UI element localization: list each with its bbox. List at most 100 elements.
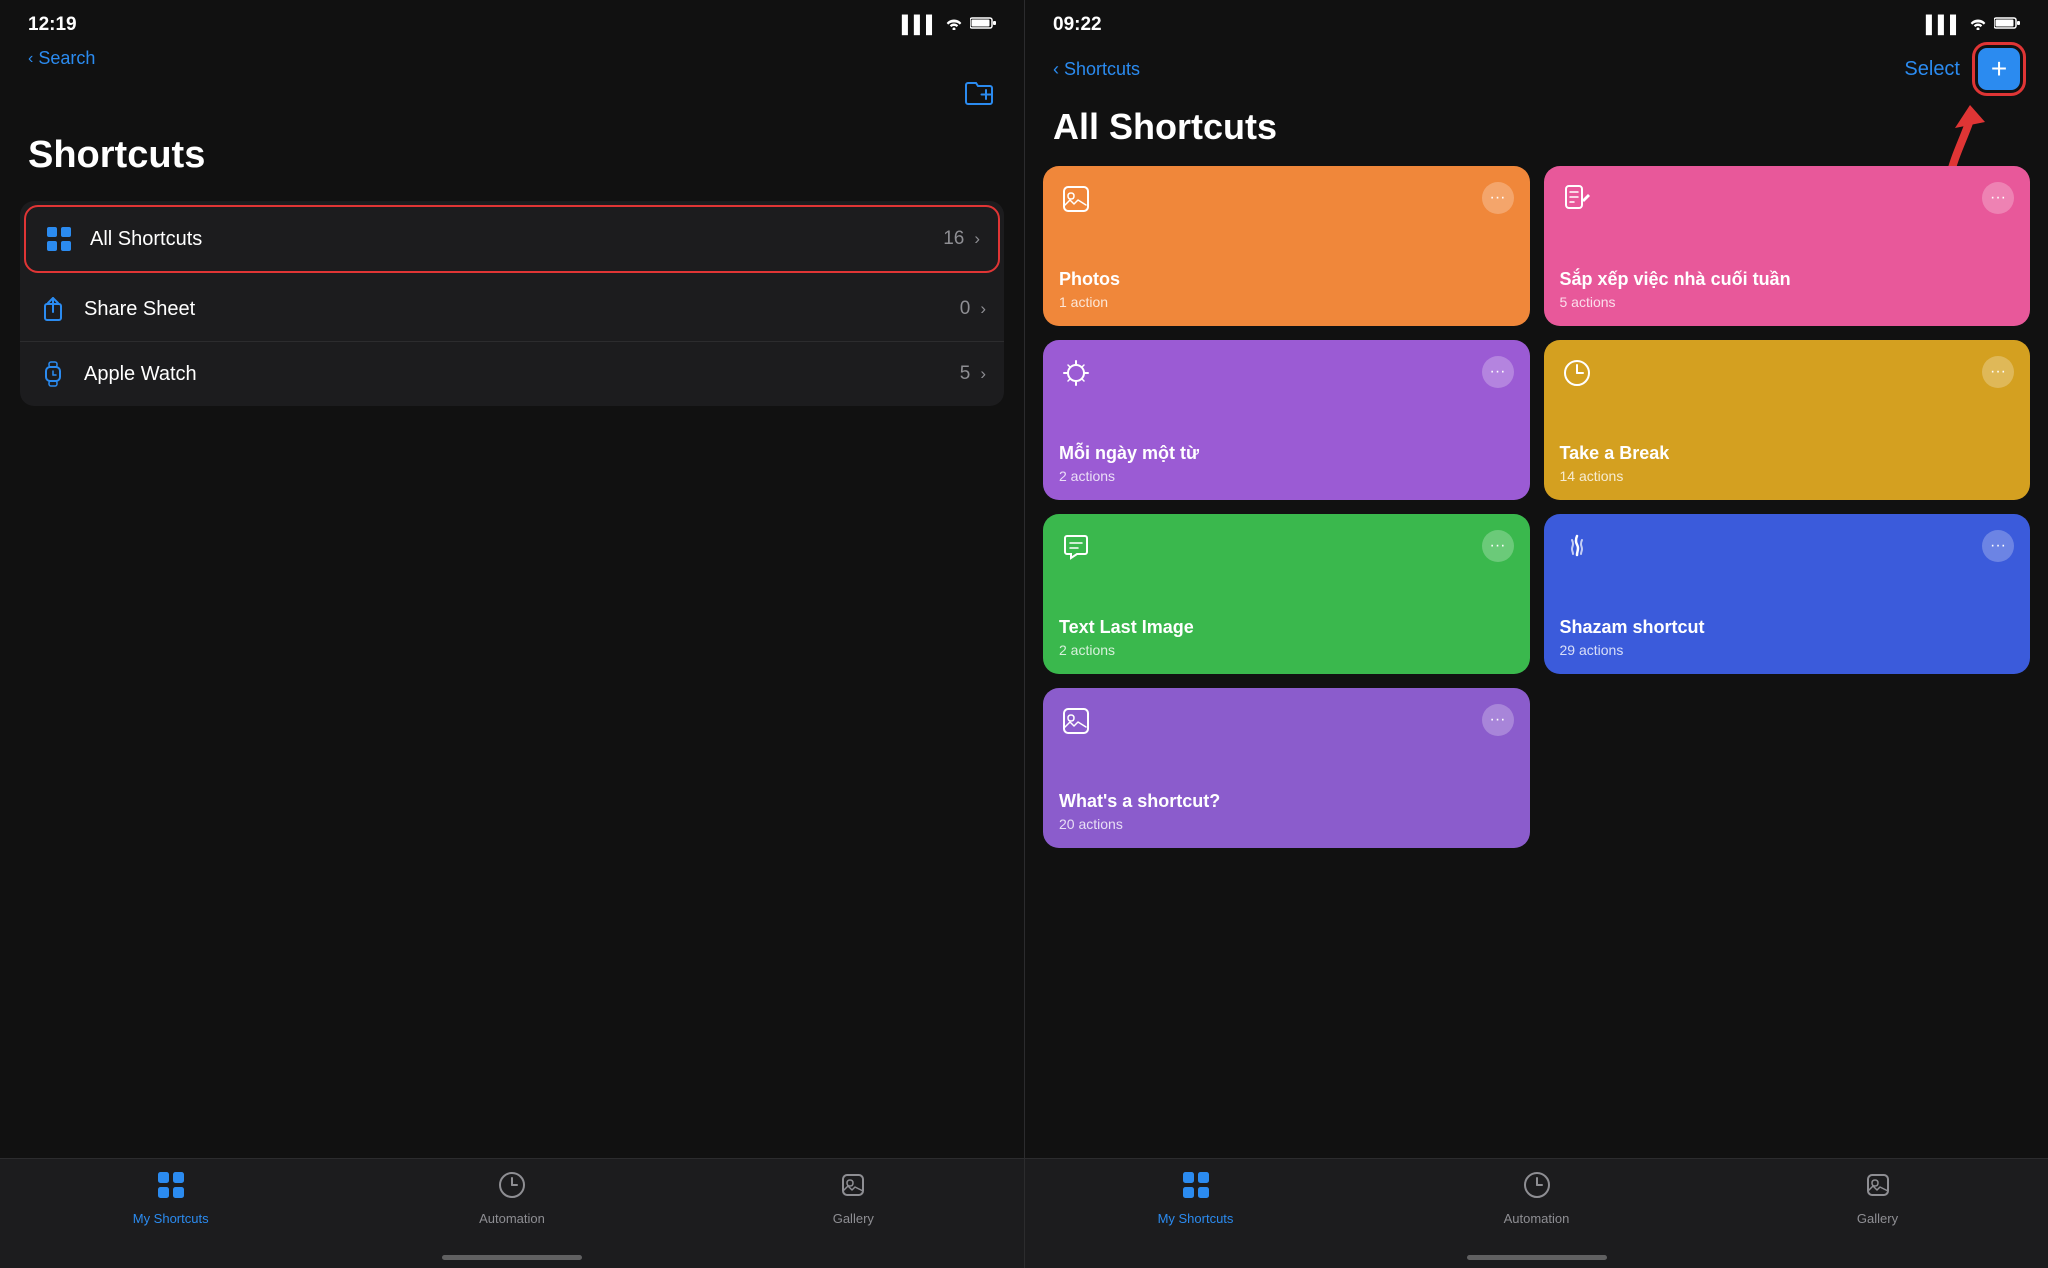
wifi-icon-2 [1969,15,1987,35]
tab-automation-1[interactable]: Automation [341,1171,682,1226]
add-icon: + [1991,53,2007,85]
shortcuts-grid: ··· Photos 1 action ··· [1025,166,2048,848]
time-1: 12:19 [28,14,77,36]
menu-item-all-shortcuts[interactable]: All Shortcuts 16 › [24,205,1000,273]
whats-shortcut-icon [1059,704,1093,746]
tab-gallery-1[interactable]: Gallery [683,1171,1024,1226]
phone2-nav: ‹ Shortcuts Select + [1025,44,2048,100]
gallery-tab-label-2: Gallery [1857,1211,1898,1226]
shazam-actions: 29 actions [1560,642,2015,658]
shortcut-card-sap-xep[interactable]: ··· Sắp xếp việc nhà cuối tuần 5 actions [1544,166,2031,326]
take-a-break-name: Take a Break [1560,442,2015,465]
apple-watch-chevron: › [980,364,986,384]
take-a-break-more-btn[interactable]: ··· [1982,356,2014,388]
add-button[interactable]: + [1978,48,2020,90]
shortcut-card-text-last-image[interactable]: ··· Text Last Image 2 actions [1043,514,1530,674]
card-bottom-shazam: Shazam shortcut 29 actions [1560,616,2015,659]
photos-icon [1059,182,1093,224]
photos-actions: 1 action [1059,294,1514,310]
photos-name: Photos [1059,268,1514,291]
battery-icon-1 [970,15,996,35]
share-sheet-chevron: › [980,299,986,319]
shortcut-card-take-a-break[interactable]: ··· Take a Break 14 actions [1544,340,2031,500]
back-label-1: Search [38,48,95,69]
home-indicator-2 [1467,1255,1607,1260]
status-icons-2: ▌▌▌ [1926,15,2020,35]
shortcut-card-photos[interactable]: ··· Photos 1 action [1043,166,1530,326]
status-bar-1: 12:19 ▌▌▌ [0,0,1024,44]
my-shortcuts-tab-icon-2 [1182,1171,1210,1206]
page-title-1: Shortcuts [0,124,1024,201]
status-bar-2: 09:22 ▌▌▌ [1025,0,2048,44]
apple-watch-label: Apple Watch [84,363,960,386]
phone1-header [0,79,1024,124]
share-sheet-count: 0 [960,298,971,320]
menu-item-apple-watch[interactable]: Apple Watch 5 › [20,342,1004,406]
share-icon [38,294,68,324]
shortcut-card-shazam[interactable]: ··· Shazam shortcut 29 actions [1544,514,2031,674]
card-top-shazam: ··· [1560,530,2015,572]
sap-xep-icon [1560,182,1594,224]
moi-ngay-more-btn[interactable]: ··· [1482,356,1514,388]
card-bottom-photos: Photos 1 action [1059,268,1514,311]
tab-my-shortcuts-1[interactable]: My Shortcuts [0,1171,341,1226]
tab-bar-2: My Shortcuts Automation Gallery [1025,1158,2048,1268]
select-button[interactable]: Select [1904,58,1960,81]
folder-add-icon[interactable] [964,79,996,114]
card-bottom-sap-xep: Sắp xếp việc nhà cuối tuần 5 actions [1560,268,2015,311]
moi-ngay-name: Mỗi ngày một từ [1059,442,1514,465]
page-title-2: All Shortcuts [1025,100,2048,166]
whats-shortcut-name: What's a shortcut? [1059,790,1514,813]
apple-watch-count: 5 [960,363,971,385]
card-top-photos: ··· [1059,182,1514,224]
back-nav-1[interactable]: ‹ Search [0,44,1024,79]
sap-xep-more-btn[interactable]: ··· [1982,182,2014,214]
card-bottom-whats-shortcut: What's a shortcut? 20 actions [1059,790,1514,833]
text-last-image-name: Text Last Image [1059,616,1514,639]
card-bottom-moi-ngay: Mỗi ngày một từ 2 actions [1059,442,1514,485]
phone1: 12:19 ▌▌▌ ‹ Search [0,0,1024,1268]
nav-actions: Select + [1904,48,2020,90]
photos-more-btn[interactable]: ··· [1482,182,1514,214]
card-top-text-last-image: ··· [1059,530,1514,572]
card-top-whats-shortcut: ··· [1059,704,1514,746]
moi-ngay-icon [1059,356,1093,398]
back-chevron-2: ‹ [1053,59,1059,80]
signal-icon-2: ▌▌▌ [1926,15,1962,35]
text-last-image-icon [1059,530,1093,572]
phone2: 09:22 ▌▌▌ ‹ Shortcuts Select [1024,0,2048,1268]
shortcut-card-moi-ngay[interactable]: ··· Mỗi ngày một từ 2 actions [1043,340,1530,500]
tab-automation-2[interactable]: Automation [1366,1171,1707,1226]
time-2: 09:22 [1053,14,1102,36]
whats-shortcut-more-btn[interactable]: ··· [1482,704,1514,736]
card-top-sap-xep: ··· [1560,182,2015,224]
tab-gallery-2[interactable]: Gallery [1707,1171,2048,1226]
tab-my-shortcuts-2[interactable]: My Shortcuts [1025,1171,1366,1226]
text-last-image-more-btn[interactable]: ··· [1482,530,1514,562]
automation-tab-label-2: Automation [1504,1211,1570,1226]
card-bottom-take-a-break: Take a Break 14 actions [1560,442,2015,485]
my-shortcuts-tab-label: My Shortcuts [133,1211,209,1226]
take-a-break-actions: 14 actions [1560,468,2015,484]
menu-list: All Shortcuts 16 › Share Sheet 0 › [20,201,1004,406]
text-last-image-actions: 2 actions [1059,642,1514,658]
automation-tab-icon-2 [1523,1171,1551,1206]
all-shortcuts-chevron: › [974,229,980,249]
all-shortcuts-label: All Shortcuts [90,228,943,251]
all-shortcuts-count: 16 [943,228,964,250]
whats-shortcut-actions: 20 actions [1059,816,1514,832]
wifi-icon-1 [945,15,963,35]
menu-item-share-sheet[interactable]: Share Sheet 0 › [20,277,1004,342]
grid-icon [44,224,74,254]
signal-icon-1: ▌▌▌ [902,15,938,35]
take-a-break-icon [1560,356,1594,398]
battery-icon-2 [1994,15,2020,35]
card-bottom-text-last-image: Text Last Image 2 actions [1059,616,1514,659]
shazam-more-btn[interactable]: ··· [1982,530,2014,562]
status-icons-1: ▌▌▌ [902,15,996,35]
back-nav-2[interactable]: ‹ Shortcuts [1053,59,1140,80]
tab-bar-1: My Shortcuts Automation Gallery [0,1158,1024,1268]
shortcut-card-whats-shortcut[interactable]: ··· What's a shortcut? 20 actions [1043,688,1530,848]
sap-xep-actions: 5 actions [1560,294,2015,310]
sap-xep-name: Sắp xếp việc nhà cuối tuần [1560,268,2015,291]
